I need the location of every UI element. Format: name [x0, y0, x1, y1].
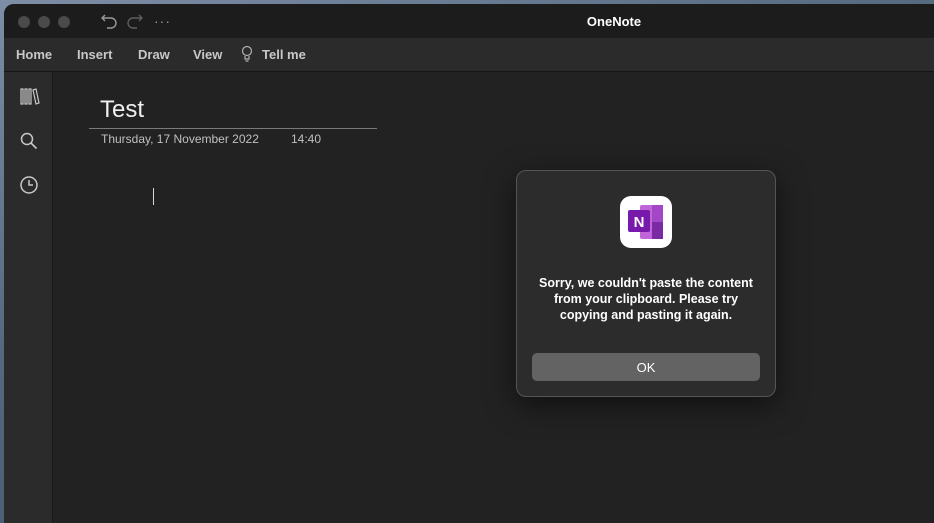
tab-draw[interactable]: Draw — [138, 47, 170, 62]
onenote-window: ··· OneNote Home Insert Draw View Tell m… — [4, 4, 934, 523]
ok-button[interactable]: OK — [532, 353, 760, 381]
text-cursor — [153, 188, 154, 205]
recent-icon[interactable] — [18, 174, 40, 196]
page-time: 14:40 — [291, 132, 322, 146]
navigation-sidebar — [4, 72, 53, 523]
app-title: OneNote — [586, 14, 642, 29]
tab-view[interactable]: View — [193, 47, 222, 62]
notebooks-icon[interactable] — [18, 86, 40, 108]
tell-me-search[interactable]: Tell me — [262, 47, 306, 62]
page-canvas[interactable]: Test Thursday, 17 November 2022 14:40 — [53, 72, 934, 523]
onenote-app-icon: N — [620, 196, 672, 248]
title-bar: ··· OneNote — [4, 4, 934, 38]
ribbon-tabs: Home Insert Draw View Tell me — [4, 38, 934, 72]
onenote-logo-letter: N — [634, 214, 645, 231]
page-date: Thursday, 17 November 2022 — [101, 132, 259, 146]
page-title[interactable]: Test — [100, 96, 144, 124]
search-icon[interactable] — [18, 130, 40, 152]
paste-error-dialog: N Sorry, we couldn't paste the content f… — [516, 170, 776, 397]
lightbulb-icon — [241, 44, 253, 64]
dialog-message: Sorry, we couldn't paste the content fro… — [539, 276, 753, 322]
tab-insert[interactable]: Insert — [77, 47, 112, 62]
title-underline — [89, 128, 377, 129]
tab-home[interactable]: Home — [16, 47, 52, 62]
